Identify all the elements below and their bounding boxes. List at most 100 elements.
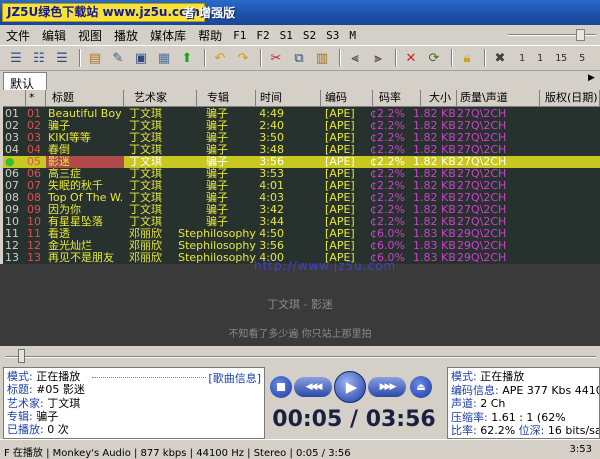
toolbar-divider (395, 49, 397, 67)
row-album: 骗子 (206, 120, 228, 132)
tools-icon[interactable]: ✖ (490, 48, 510, 68)
previous-icon: ◀◀◀ (305, 382, 323, 392)
next-button[interactable]: ▶▶▶ (368, 377, 406, 397)
tab-scroll-arrow-icon[interactable]: ▶ (588, 73, 598, 87)
row-title: 影迷 (46, 156, 124, 168)
row-quality: 27Q\2CH (457, 168, 507, 180)
save-list-icon[interactable]: ▣ (131, 48, 151, 68)
lock-icon[interactable]: 🔒︎ (457, 48, 477, 68)
redo-icon[interactable]: ↷ (233, 48, 253, 68)
align-right-icon[interactable]: ⫸ (368, 48, 388, 68)
col-bitrate[interactable]: 码率 (373, 90, 421, 107)
col-time[interactable]: 时间 (256, 90, 321, 107)
col-copyright[interactable]: 版权(日期) (540, 90, 600, 107)
seek-bar[interactable] (0, 346, 600, 367)
playlist-row[interactable]: 08 08 Top Of The W... 丁文琪 骗子 4:03 [APE] ¢2.2% 1.… (3, 192, 600, 204)
delete-icon[interactable]: ✕ (401, 48, 421, 68)
menu-view[interactable]: 视图 (72, 27, 108, 44)
menu-s3[interactable]: S3 (321, 29, 344, 42)
col-album[interactable]: 专辑 (197, 90, 256, 107)
technical-info: 模式: 正在播放 编码信息: APE 377 Kbs 4410 声道: 2 Ch… (447, 367, 600, 439)
title-bar[interactable]: JZ5U绿色下载站 www.jz5u.com 者 增强版 (0, 0, 600, 25)
col-artist[interactable]: 艺术家 (124, 90, 197, 107)
open-button[interactable]: ⏏ (410, 376, 432, 398)
col-index[interactable] (3, 90, 26, 107)
copy-icon[interactable]: ⧉ (289, 48, 309, 68)
playlist-row[interactable]: 06 06 高三症 丁文琪 骗子 3:53 [APE] ¢2.2% 1.82 KB 27Q\2CH (3, 168, 600, 180)
artist-label: 艺术家: (7, 396, 44, 410)
list-outdent-icon[interactable]: ☷ (29, 48, 49, 68)
col-number[interactable]: * (26, 90, 46, 107)
menu-edit[interactable]: 编辑 (36, 27, 72, 44)
undo-icon[interactable]: ↶ (210, 48, 230, 68)
volume-slider[interactable] (508, 29, 596, 41)
move-up-icon[interactable]: ⬆ (177, 48, 197, 68)
menu-library[interactable]: 媒体库 (144, 27, 192, 44)
row-size: 1.82 KB (413, 120, 455, 132)
menu-s1[interactable]: S1 (275, 29, 298, 42)
col-codec[interactable]: 编码 (321, 90, 373, 107)
total-time: 03:56 (365, 407, 436, 432)
cut-icon[interactable]: ✂ (266, 48, 286, 68)
col-quality[interactable]: 质量\声道 (457, 90, 540, 107)
menu-s2[interactable]: S2 (298, 29, 321, 42)
edit-list-icon[interactable]: ✎ (108, 48, 128, 68)
row-title: 再见不是朋友 (48, 252, 114, 264)
list-options-icon[interactable]: ☰ (52, 48, 72, 68)
row-size: 1.82 KB (413, 168, 455, 180)
seek-track[interactable] (6, 356, 596, 358)
row-bitrate: ¢2.2% (370, 168, 405, 180)
ratio-label: 比率: (451, 424, 477, 437)
align-left-icon[interactable]: ⫷ (345, 48, 365, 68)
previous-button[interactable]: ◀◀◀ (294, 377, 332, 397)
playlist-row[interactable]: 02 02 骗子 丁文琪 骗子 2:40 [APE] ¢2.2% 1.82 KB 27Q\2CH (3, 120, 600, 132)
song-info-link[interactable]: [歌曲信息] (208, 370, 261, 386)
menu-m[interactable]: M (344, 29, 361, 42)
playlist-row[interactable]: ● 05 影迷 丁文琪 骗子 3:56 [APE] ¢2.2% 1.82 KB 27Q\2CH (3, 156, 600, 168)
row-time: 3:56 (259, 156, 284, 168)
refresh-icon[interactable]: ⟳ (424, 48, 444, 68)
col-title[interactable]: 标题 (46, 90, 124, 107)
playlist-row[interactable]: 11 11 看透 邓丽欣 Stephilosophy 4:50 [APE] ¢6.0% 1.83… (3, 228, 600, 240)
col-size[interactable]: 大小 (421, 90, 457, 107)
menu-f1[interactable]: F1 (228, 29, 251, 42)
playlist-row[interactable]: 03 03 KIKI等等 丁文琪 骗子 3:50 [APE] ¢2.2% 1.82 KB 27Q\… (3, 132, 600, 144)
paste-icon[interactable]: ▥ (312, 48, 332, 68)
menu-play[interactable]: 播放 (108, 27, 144, 44)
row-bitrate: ¢2.2% (370, 156, 405, 168)
open-file-icon[interactable]: ▤ (85, 48, 105, 68)
volume-thumb[interactable] (576, 29, 585, 41)
row-codec: [APE] (325, 192, 355, 204)
playlist-row[interactable]: 12 12 金光灿烂 邓丽欣 Stephilosophy 3:56 [APE] ¢6.0% 1.… (3, 240, 600, 252)
add-folder-icon[interactable]: ▦ (154, 48, 174, 68)
playlist-row[interactable]: 09 09 因为你 丁文琪 骗子 3:42 [APE] ¢2.2% 1.82 KB 27Q\2CH (3, 204, 600, 216)
status-bar: F 在播放 | Monkey's Audio | 877 kbps | 4410… (0, 439, 600, 459)
time-separator: / (349, 407, 359, 432)
menu-file[interactable]: 文件 (0, 27, 36, 44)
row-index: 04 (5, 144, 19, 156)
playlist-row[interactable]: 10 10 有星星坠落 丁文琪 骗子 3:44 [APE] ¢2.2% 1.82 KB 27Q\2… (3, 216, 600, 228)
row-quality: 27Q\2CH (457, 216, 507, 228)
stop-button[interactable] (270, 376, 292, 398)
row-number: 07 (27, 180, 41, 192)
row-album: 骗子 (206, 144, 228, 156)
playlist-row[interactable]: 01 01 Beautiful Boy 丁文琪 骗子 4:49 [APE] ¢2.2% 1.82… (3, 108, 600, 120)
tab-default[interactable]: 默认 (3, 72, 47, 91)
window-title: 者 增强版 (183, 6, 236, 20)
play-icon: ▶ (345, 378, 358, 396)
seek-thumb[interactable] (18, 349, 26, 363)
row-album: 骗子 (206, 132, 228, 144)
compression-label: 压缩率: (451, 410, 488, 424)
row-album: 骗子 (206, 108, 228, 120)
playlist-row[interactable]: 07 07 失眠的秋千 丁文琪 骗子 4:01 [APE] ¢2.2% 1.82 KB 27Q\2… (3, 180, 600, 192)
playlist[interactable]: * 标题 艺术家 专辑 时间 编码 码率 大小 质量\声道 版权(日期) 01 0… (3, 90, 600, 264)
level-label: 1 (519, 52, 526, 64)
list-indent-icon[interactable]: ☰ (6, 48, 26, 68)
menu-help[interactable]: 帮助 (192, 27, 228, 44)
row-bitrate: ¢2.2% (370, 216, 405, 228)
transport-controls: ◀◀◀ ▶ ▶▶▶ ⏏ (268, 371, 444, 403)
menu-f2[interactable]: F2 (251, 29, 274, 42)
row-codec: [APE] (325, 168, 355, 180)
playlist-row[interactable]: 04 04 春倒 丁文琪 骗子 3:48 [APE] ¢2.2% 1.82 KB 27Q\2CH (3, 144, 600, 156)
play-pause-button[interactable]: ▶ (334, 371, 366, 403)
